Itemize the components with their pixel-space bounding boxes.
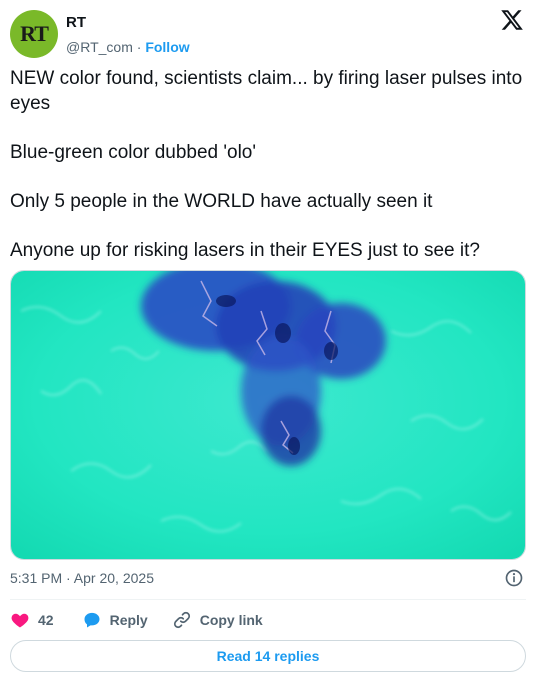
tweet-paragraph: Anyone up for risking lasers in their EY… [10, 240, 480, 261]
tweet-paragraph: NEW color found, scientists claim... by … [10, 68, 523, 114]
divider [10, 599, 526, 600]
like-button[interactable]: 42 [10, 610, 54, 630]
meta-row: 5:31 PM · Apr 20, 2025 [10, 568, 526, 590]
tweet-paragraph: Blue-green color dubbed 'olo' [10, 142, 256, 163]
heart-icon [11, 613, 29, 628]
copy-link-button[interactable]: Copy link [172, 610, 263, 630]
reply-bubble-icon [84, 612, 100, 628]
separator-dot: · [132, 39, 146, 55]
reply-label: Reply [109, 612, 148, 628]
read-replies-button[interactable]: Read 14 replies [10, 640, 526, 672]
avatar[interactable]: RT [10, 10, 58, 58]
x-logo-icon[interactable] [500, 8, 524, 32]
user-block: RT @RT_com · Follow [66, 14, 190, 57]
follow-button[interactable]: Follow [145, 39, 189, 55]
olo-color-image [11, 271, 525, 559]
user-handle[interactable]: @RT_com [66, 39, 133, 55]
link-icon [173, 611, 190, 629]
display-name[interactable]: RT [66, 14, 190, 32]
tweet-text: NEW color found, scientists claim... by … [10, 66, 526, 263]
timestamp[interactable]: 5:31 PM · Apr 20, 2025 [10, 570, 154, 586]
like-count: 42 [38, 612, 54, 628]
handle-row: @RT_com · Follow [66, 37, 190, 57]
tweet-header: RT RT @RT_com · Follow [10, 8, 526, 58]
info-icon[interactable] [504, 568, 524, 588]
copy-link-label: Copy link [199, 612, 263, 628]
reply-button[interactable]: Reply [82, 610, 148, 630]
tweet-paragraph: Only 5 people in the WORLD have actually… [10, 191, 433, 212]
action-bar: 42 Reply Copy link [10, 608, 526, 632]
tweet-image[interactable] [10, 270, 526, 560]
avatar-logo-text: RT [20, 21, 49, 47]
